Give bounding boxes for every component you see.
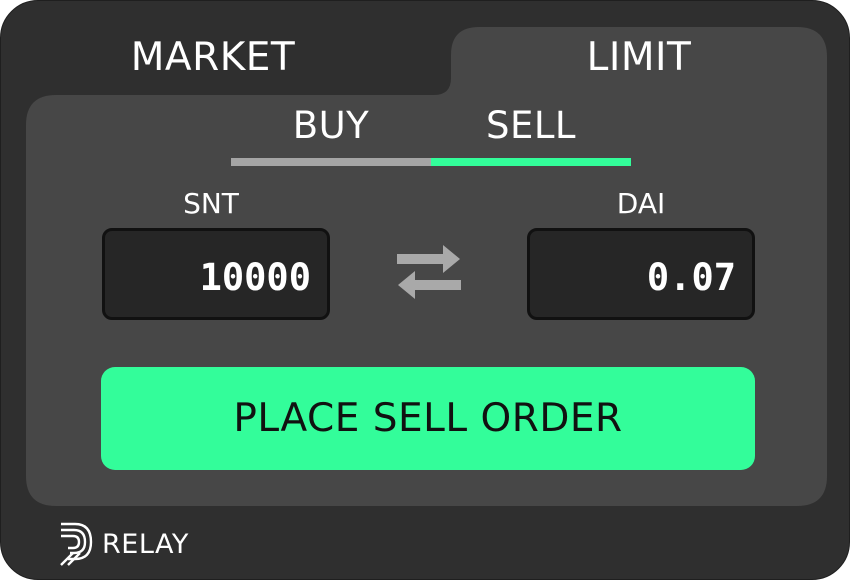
buy-indicator-bar: [231, 158, 431, 166]
buy-toggle[interactable]: BUY: [281, 104, 381, 147]
from-token-label: SNT: [183, 187, 239, 220]
sell-toggle[interactable]: SELL: [471, 104, 591, 147]
swap-arrows-icon[interactable]: [394, 239, 464, 301]
to-token-label: DAI: [616, 187, 666, 220]
sell-indicator-bar: [431, 158, 631, 166]
tab-limit[interactable]: LIMIT: [539, 35, 739, 80]
to-amount-field[interactable]: 0.07: [527, 228, 755, 320]
relay-order-widget: MARKET LIMIT BUY SELL SNT DAI 10000 0.07…: [0, 0, 850, 580]
from-amount-field[interactable]: 10000: [102, 228, 330, 320]
place-order-button[interactable]: PLACE SELL ORDER: [101, 367, 755, 470]
relay-logo-icon: [58, 521, 96, 567]
brand-name: RELAY: [102, 529, 189, 560]
